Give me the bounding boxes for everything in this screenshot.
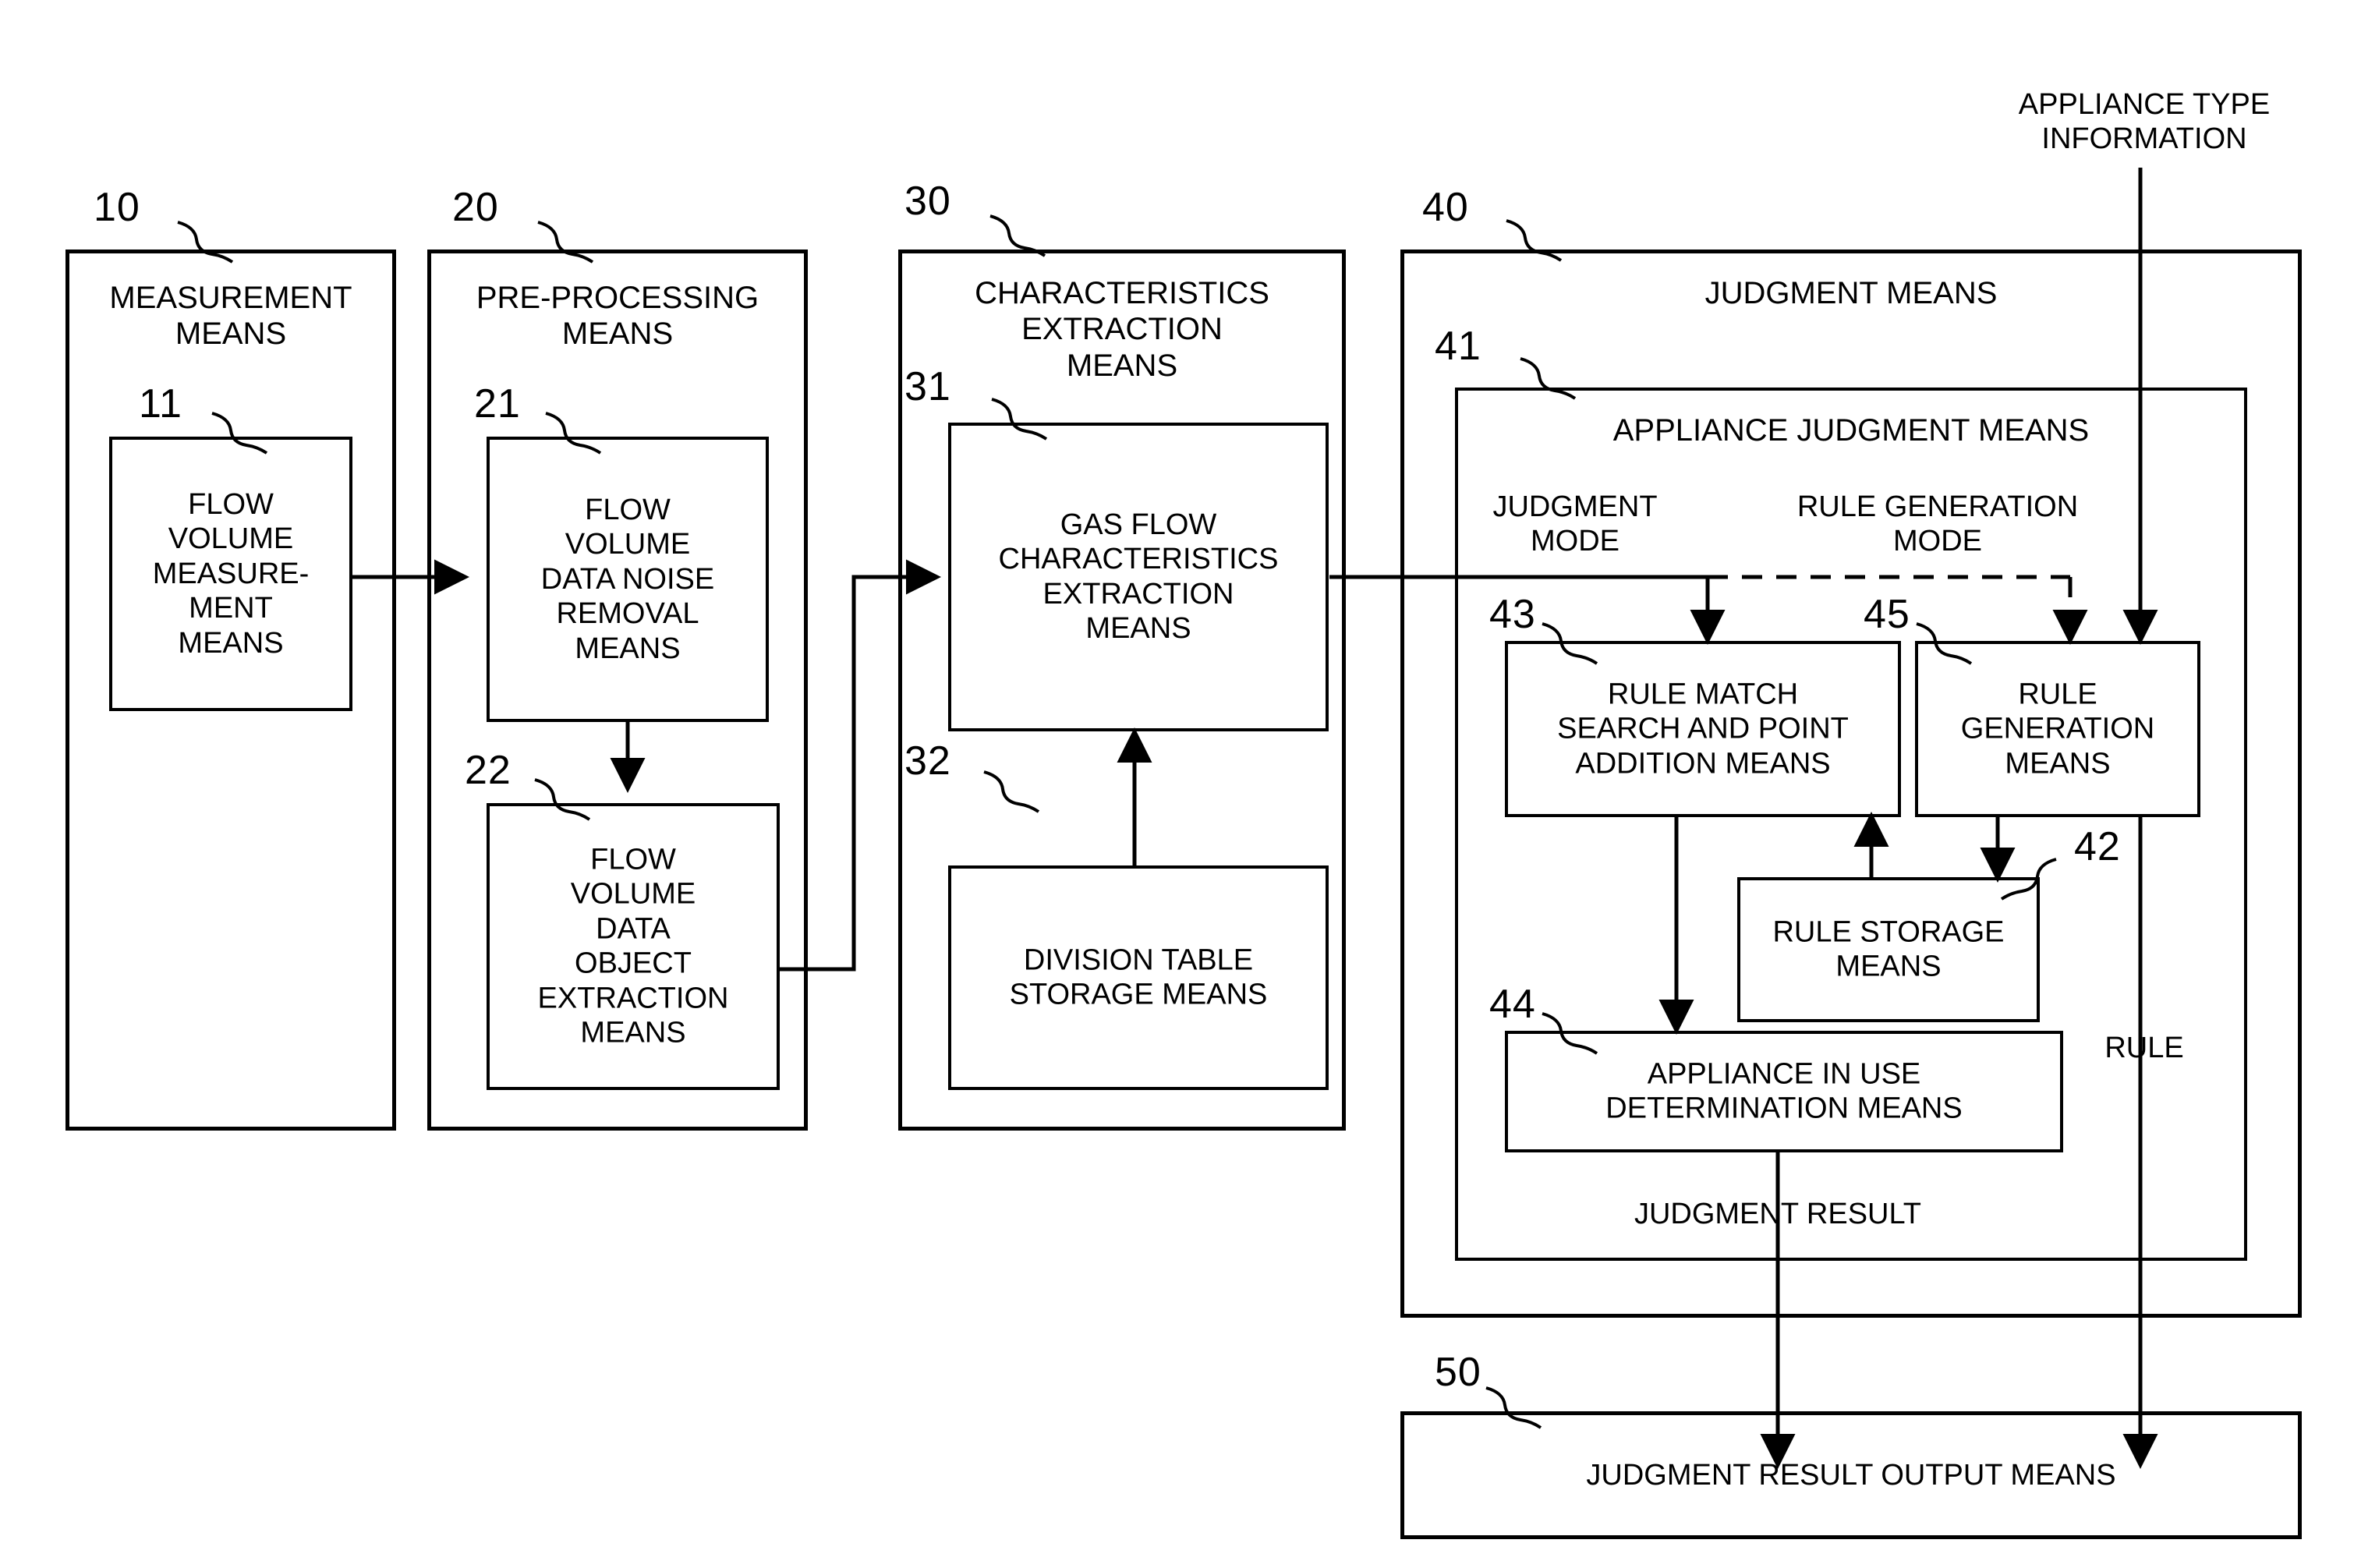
division-table-storage-means-label: DIVISION TABLE STORAGE MEANS (1009, 943, 1268, 1011)
rule-storage-means-label: RULE STORAGE MEANS (1772, 915, 2005, 983)
judgment-result-label: JUDGMENT RESULT (1634, 1198, 1922, 1230)
flow-volume-data-noise-removal-means-box[interactable]: FLOW VOLUME DATA NOISE REMOVAL MEANS (487, 437, 769, 722)
ref-numeral-20: 20 (452, 185, 499, 230)
rule-generation-means-label: RULE GENERATION MEANS (1960, 678, 2155, 780)
judgment-result-output-means-box[interactable]: JUDGMENT RESULT OUTPUT MEANS (1400, 1411, 2302, 1539)
flow-volume-measurement-means-label: FLOW VOLUME MEASURE- MENT MEANS (152, 487, 310, 660)
gas-flow-characteristics-extraction-means-box[interactable]: GAS FLOW CHARACTERISTICS EXTRACTION MEAN… (948, 423, 1329, 731)
patent-figure-canvas: 10 MEASUREMENT MEANS 11 FLOW VOLUME MEAS… (0, 0, 2354, 1568)
ref-numeral-45: 45 (1864, 592, 1910, 637)
flow-volume-data-object-extraction-means-box[interactable]: FLOW VOLUME DATA OBJECT EXTRACTION MEANS (487, 803, 780, 1090)
gas-flow-characteristics-extraction-means-label: GAS FLOW CHARACTERISTICS EXTRACTION MEAN… (998, 508, 1279, 646)
ref-numeral-42: 42 (2074, 824, 2121, 869)
appliance-judgment-means-title: APPLIANCE JUDGMENT MEANS (1612, 413, 2090, 448)
ref-numeral-50: 50 (1435, 1350, 1481, 1395)
ref-numeral-22: 22 (465, 748, 512, 793)
rule-generation-mode-label: RULE GENERATION MODE (1796, 490, 2079, 558)
rule-label: RULE (2104, 1032, 2184, 1064)
ref-numeral-31: 31 (904, 364, 951, 409)
ref-numeral-10: 10 (94, 185, 140, 230)
ref-numeral-30: 30 (904, 179, 951, 224)
ref-numeral-11: 11 (139, 381, 182, 427)
appliance-in-use-determination-means-box[interactable]: APPLIANCE IN USE DETERMINATION MEANS (1505, 1031, 2063, 1152)
flow-volume-measurement-means-box[interactable]: FLOW VOLUME MEASURE- MENT MEANS (109, 437, 352, 711)
ref-numeral-43: 43 (1489, 592, 1536, 637)
characteristics-extraction-means-title: CHARACTERISTICS EXTRACTION MEANS (975, 276, 1269, 383)
ref-numeral-44: 44 (1489, 982, 1536, 1027)
flow-volume-data-object-extraction-means-label: FLOW VOLUME DATA OBJECT EXTRACTION MEANS (537, 843, 729, 1049)
judgment-mode-label: JUDGMENT MODE (1492, 490, 1658, 558)
judgment-result-output-means-label: JUDGMENT RESULT OUTPUT MEANS (1586, 1458, 2116, 1492)
appliance-in-use-determination-means-label: APPLIANCE IN USE DETERMINATION MEANS (1605, 1057, 1963, 1125)
rule-match-search-and-point-addition-means-box[interactable]: RULE MATCH SEARCH AND POINT ADDITION MEA… (1505, 641, 1901, 817)
judgment-means-title: JUDGMENT MEANS (1704, 276, 1998, 310)
rule-generation-means-box[interactable]: RULE GENERATION MEANS (1915, 641, 2200, 817)
ref-numeral-21: 21 (474, 381, 521, 427)
appliance-type-information-label: APPLIANCE TYPE INFORMATION (2018, 88, 2271, 156)
pre-processing-means-title: PRE-PROCESSING MEANS (476, 281, 759, 352)
flow-volume-data-noise-removal-means-label: FLOW VOLUME DATA NOISE REMOVAL MEANS (540, 493, 715, 665)
measurement-means-title: MEASUREMENT MEANS (109, 281, 352, 352)
division-table-storage-means-box[interactable]: DIVISION TABLE STORAGE MEANS (948, 865, 1329, 1090)
ref-numeral-32: 32 (904, 738, 951, 784)
rule-storage-means-box[interactable]: RULE STORAGE MEANS (1737, 877, 2040, 1022)
ref-numeral-41: 41 (1435, 324, 1481, 369)
rule-match-search-and-point-addition-means-label: RULE MATCH SEARCH AND POINT ADDITION MEA… (1557, 678, 1849, 780)
ref-numeral-40: 40 (1422, 185, 1469, 230)
